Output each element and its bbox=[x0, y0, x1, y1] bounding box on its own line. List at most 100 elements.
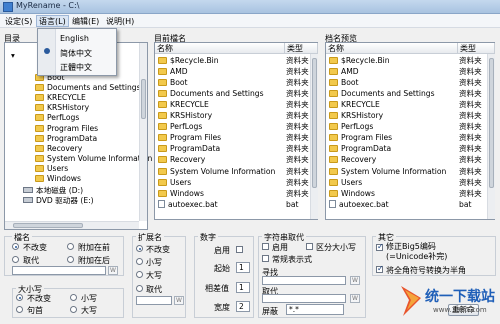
lang-simplified[interactable]: 简体中文 bbox=[60, 48, 92, 59]
file-row[interactable]: Recovery bbox=[329, 155, 376, 166]
num-start-input[interactable]: 1 bbox=[236, 262, 250, 273]
file-type: 资料夹 bbox=[286, 78, 309, 88]
ext-keep-radio[interactable] bbox=[136, 245, 143, 252]
tree-item[interactable]: ProgramData bbox=[35, 134, 97, 145]
str-regex-checkbox[interactable] bbox=[262, 255, 269, 262]
file-type: 资料夹 bbox=[459, 122, 482, 132]
ext-upper-radio[interactable] bbox=[136, 271, 143, 278]
file-row[interactable]: AMD bbox=[329, 67, 359, 78]
drive-icon bbox=[23, 197, 33, 204]
menu-language[interactable]: 语言(L) bbox=[36, 15, 69, 27]
file-row[interactable]: AMD bbox=[158, 67, 188, 78]
lang-english[interactable]: English bbox=[60, 34, 89, 43]
folder-icon bbox=[35, 134, 44, 142]
str-replace-w-button[interactable]: W bbox=[350, 294, 360, 303]
file-row[interactable]: PerfLogs bbox=[158, 122, 202, 133]
ext-replace-label: 取代 bbox=[146, 285, 162, 294]
str-find-w-button[interactable]: W bbox=[350, 276, 360, 285]
file-row[interactable]: Documents and Settings bbox=[329, 89, 435, 100]
fn-prefix-radio[interactable] bbox=[67, 243, 74, 250]
tree-item[interactable]: PerfLogs bbox=[35, 113, 79, 124]
fn-text-input[interactable] bbox=[12, 266, 106, 275]
folder-icon bbox=[158, 145, 167, 153]
num-enable-checkbox[interactable] bbox=[236, 246, 243, 253]
str-enable-checkbox[interactable] bbox=[262, 243, 269, 250]
file-row[interactable]: ProgramData bbox=[158, 144, 220, 155]
tree-item[interactable]: Documents and Settings bbox=[35, 83, 141, 94]
file-type: 资料夹 bbox=[286, 177, 309, 187]
menu-help[interactable]: 说明(H) bbox=[104, 16, 136, 27]
tree-drive[interactable]: DVD 驱动器 (E:) bbox=[23, 196, 94, 207]
num-width-input[interactable]: 2 bbox=[236, 301, 250, 312]
lang-traditional[interactable]: 正體中文 bbox=[60, 62, 92, 73]
file-row[interactable]: System Volume Information bbox=[158, 167, 275, 178]
file-row[interactable]: Boot bbox=[158, 78, 187, 89]
preview-col-type[interactable]: 类型 bbox=[458, 43, 495, 54]
fn-suffix-radio[interactable] bbox=[67, 256, 74, 263]
menu-settings[interactable]: 设定(S) bbox=[3, 16, 34, 27]
preview-scrollbar[interactable] bbox=[487, 54, 495, 219]
str-case-checkbox[interactable] bbox=[306, 243, 313, 250]
ext-replace-radio[interactable] bbox=[136, 285, 143, 292]
tree-item[interactable]: KRSHistory bbox=[35, 103, 89, 114]
file-row[interactable]: Program Files bbox=[158, 133, 221, 144]
file-row[interactable]: Documents and Settings bbox=[158, 89, 264, 100]
ext-lower-radio[interactable] bbox=[136, 258, 143, 265]
tree-expand-icon[interactable]: ▾ bbox=[11, 51, 15, 62]
tree-item[interactable]: Program Files bbox=[35, 124, 98, 135]
file-row[interactable]: PerfLogs bbox=[329, 122, 373, 133]
file-row[interactable]: ProgramData bbox=[329, 144, 391, 155]
tree-hscrollbar[interactable] bbox=[5, 221, 139, 229]
col-name[interactable]: 名称 bbox=[155, 43, 285, 54]
source-scrollbar[interactable] bbox=[310, 54, 318, 219]
mask-input[interactable]: *.* bbox=[286, 304, 344, 315]
file-row[interactable]: KRSHistory bbox=[329, 111, 383, 122]
file-row[interactable]: Boot bbox=[329, 78, 358, 89]
num-step-input[interactable]: 1 bbox=[236, 282, 250, 293]
tree-scrollbar[interactable] bbox=[139, 43, 147, 221]
col-type[interactable]: 类型 bbox=[285, 43, 318, 54]
str-find-input[interactable] bbox=[262, 276, 346, 285]
preview-col-name[interactable]: 名称 bbox=[326, 43, 458, 54]
fn-keep-radio[interactable] bbox=[12, 243, 19, 250]
tree-item[interactable]: Windows bbox=[35, 174, 81, 185]
case-first-radio[interactable] bbox=[16, 306, 23, 313]
ext-text-input[interactable] bbox=[136, 296, 172, 305]
file-row[interactable]: KRSHistory bbox=[158, 111, 212, 122]
tree-item[interactable]: Users bbox=[35, 164, 68, 175]
case-lower-label: 小写 bbox=[81, 294, 97, 303]
file-row[interactable]: $Recycle.Bin bbox=[329, 56, 390, 67]
file-row[interactable]: $Recycle.Bin bbox=[158, 56, 219, 67]
file-row[interactable]: autoexec.bat bbox=[329, 199, 389, 211]
str-case-label: 区分大小写 bbox=[316, 243, 356, 252]
folder-icon bbox=[158, 57, 167, 64]
case-upper-radio[interactable] bbox=[70, 306, 77, 313]
file-row[interactable]: Recovery bbox=[158, 155, 205, 166]
big5-checkbox[interactable] bbox=[376, 242, 384, 251]
file-row[interactable]: Users bbox=[158, 178, 191, 189]
file-name: KRECYCLE bbox=[341, 100, 380, 110]
file-row[interactable]: Users bbox=[329, 178, 362, 189]
file-name: KRECYCLE bbox=[170, 100, 209, 110]
file-row[interactable]: Program Files bbox=[329, 133, 392, 144]
file-row[interactable]: autoexec.bat bbox=[158, 199, 218, 211]
fn-replace-radio[interactable] bbox=[12, 256, 19, 263]
file-row[interactable]: Windows bbox=[329, 189, 375, 200]
file-row[interactable]: System Volume Information bbox=[329, 167, 446, 178]
fullwidth-checkbox[interactable] bbox=[376, 264, 384, 273]
fn-w-button[interactable]: W bbox=[108, 266, 118, 275]
file-row[interactable]: Windows bbox=[158, 189, 204, 200]
tree-item[interactable]: KRECYCLE bbox=[35, 93, 86, 104]
tree-item[interactable]: Recovery bbox=[35, 144, 82, 155]
str-replace-input[interactable] bbox=[262, 294, 346, 303]
preview-file-list[interactable]: 名称 类型 $Recycle.Bin 资料夹 AMD 资料夹 Boot 资料夹 Docume… bbox=[325, 42, 495, 220]
case-lower-radio[interactable] bbox=[70, 294, 77, 301]
menu-edit[interactable]: 编辑(E) bbox=[70, 16, 101, 27]
file-row[interactable]: KRECYCLE bbox=[329, 100, 380, 111]
file-row[interactable]: KRECYCLE bbox=[158, 100, 209, 111]
ext-w-button[interactable]: W bbox=[174, 296, 184, 305]
file-name: Users bbox=[170, 177, 192, 187]
tree-item[interactable]: System Volume Information bbox=[35, 154, 152, 165]
case-keep-radio[interactable] bbox=[16, 294, 23, 301]
source-file-list[interactable]: 名称 类型 $Recycle.Bin 资料夹 AMD 资料夹 Boot 资料夹 Docume… bbox=[154, 42, 318, 220]
